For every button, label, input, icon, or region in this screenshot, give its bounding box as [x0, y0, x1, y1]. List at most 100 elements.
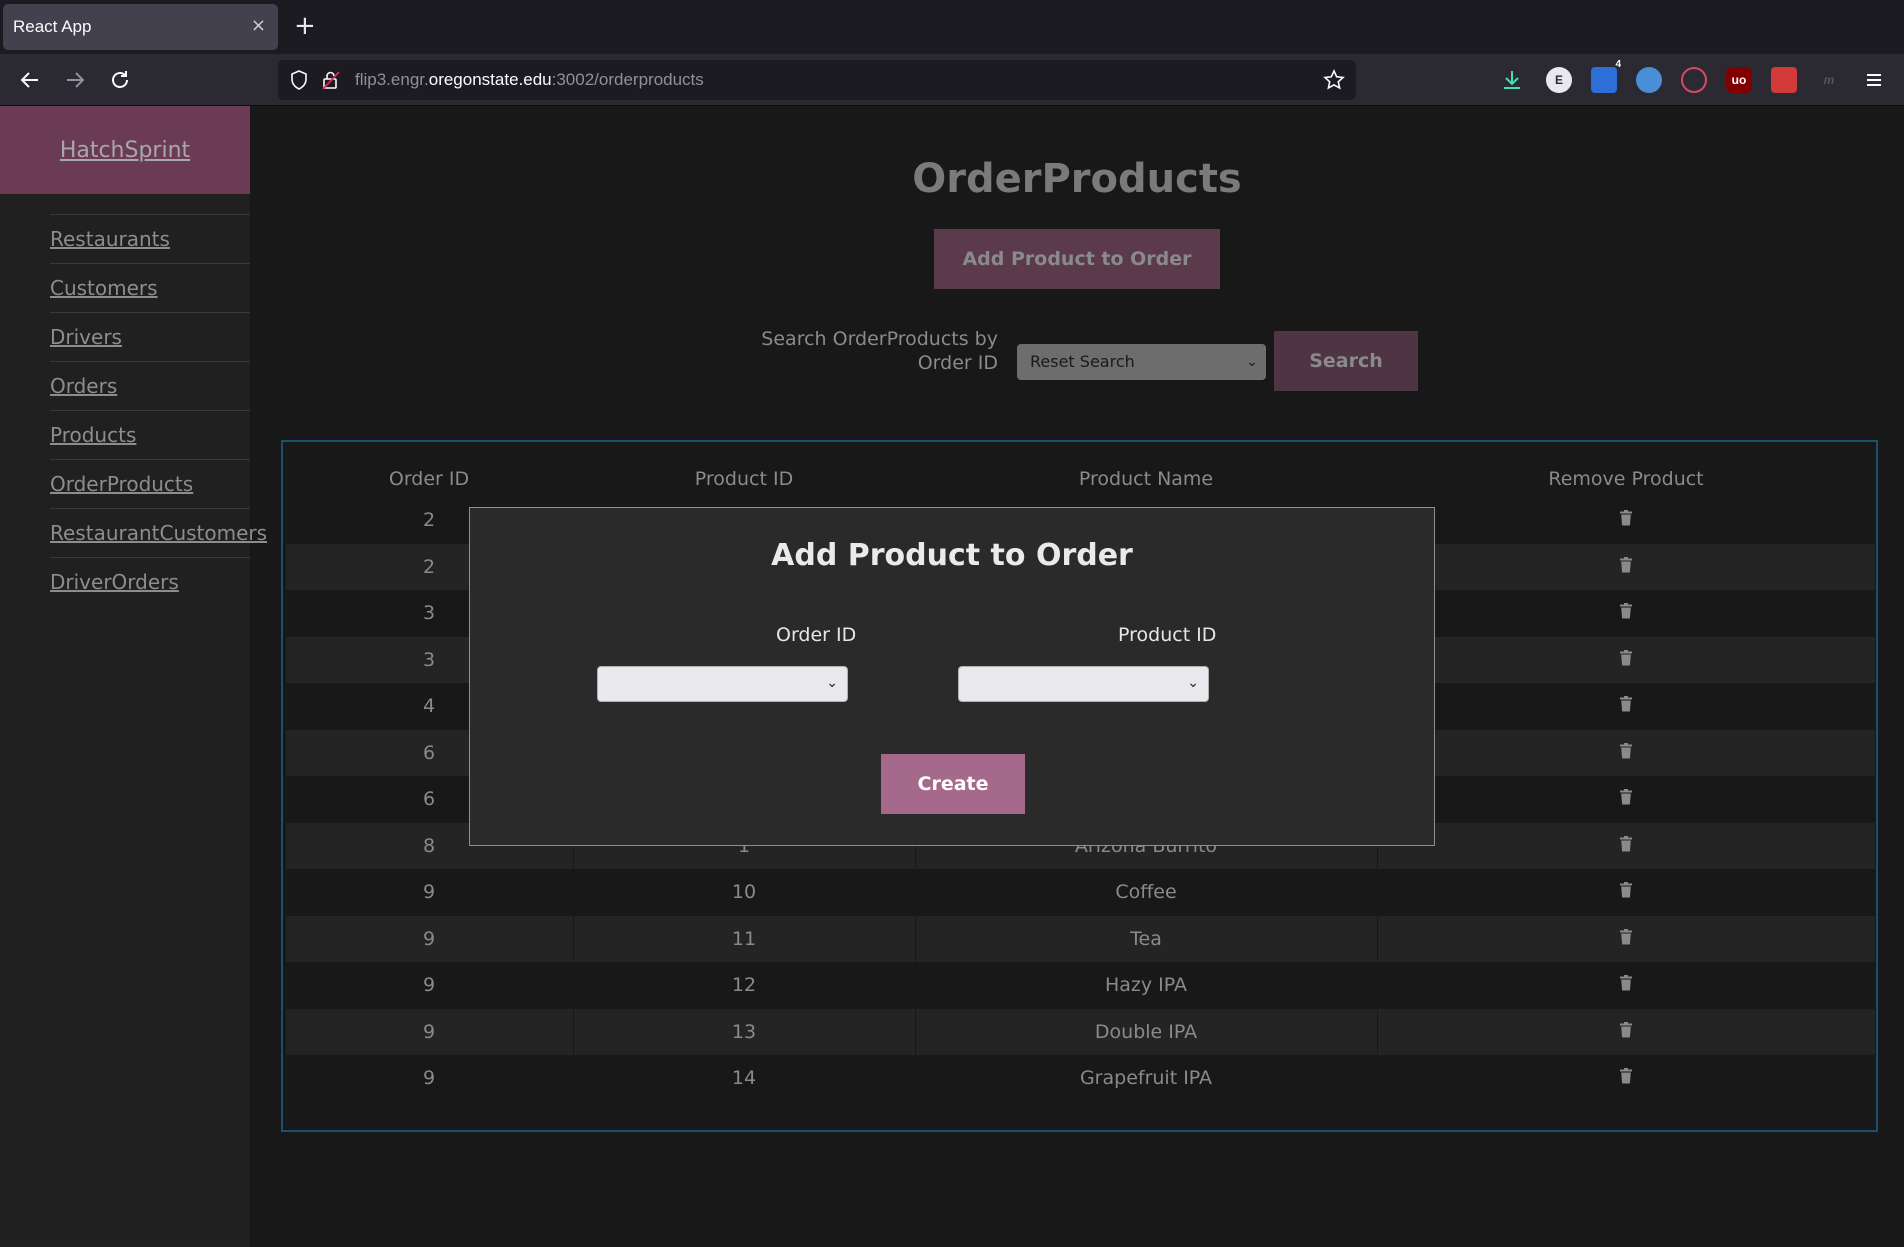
header-product-id: Product ID — [694, 468, 794, 490]
trash-icon[interactable] — [1620, 696, 1632, 712]
cell-order-id: 9 — [422, 1020, 436, 1043]
product-id-label: Product ID — [1118, 624, 1217, 646]
table-row: 9 14 Grapefruit IPA — [286, 1055, 1875, 1101]
downloads-icon[interactable] — [1499, 67, 1525, 93]
cell-product-name: Tea — [1130, 927, 1162, 950]
cell-order-id: 9 — [422, 1067, 436, 1089]
modal-title: Add Product to Order — [771, 538, 1133, 573]
sidebar-item-restaurants[interactable]: Restaurants — [50, 214, 250, 263]
cell-order-id: 9 — [422, 881, 436, 903]
trash-icon[interactable] — [1620, 510, 1632, 526]
product-id-select[interactable]: ⌄ — [958, 666, 1209, 702]
cell-product-id: 13 — [731, 1020, 757, 1043]
cell-order-id: 9 — [422, 974, 436, 996]
cell-product-name: Double IPA — [1094, 1020, 1198, 1043]
cell-order-id: 8 — [422, 834, 436, 857]
cell-product-name: Grapefruit IPA — [1079, 1067, 1213, 1089]
sidebar-item-drivers[interactable]: Drivers — [50, 312, 250, 361]
trash-icon[interactable] — [1620, 835, 1632, 852]
header-order-id: Order ID — [388, 468, 470, 490]
shield-icon[interactable] — [290, 70, 308, 90]
search-label-line2: Order ID — [917, 352, 998, 374]
cell-order-id: 3 — [422, 602, 436, 624]
trash-icon[interactable] — [1620, 789, 1632, 805]
url-bar[interactable]: flip3.engr.oregonstate.edu:3002/orderpro… — [278, 60, 1356, 100]
column-separator — [915, 915, 916, 962]
search-order-select[interactable]: Reset Search ⌄ — [1017, 344, 1266, 380]
extension-e-icon[interactable]: E — [1546, 67, 1572, 93]
chevron-down-icon: ⌄ — [826, 675, 838, 691]
sidebar-item-restaurantcustomers[interactable]: RestaurantCustomers — [50, 508, 267, 557]
trash-icon[interactable] — [1620, 1021, 1632, 1038]
trash-icon[interactable] — [1620, 556, 1632, 573]
column-separator — [915, 1008, 916, 1055]
back-button[interactable] — [16, 66, 44, 94]
cell-order-id: 3 — [422, 648, 436, 671]
extension-compass-icon[interactable] — [1636, 67, 1662, 93]
table-row: 9 10 Coffee — [286, 869, 1875, 915]
sidebar-item-driverorders[interactable]: DriverOrders — [50, 557, 250, 606]
cell-product-id: 10 — [731, 881, 757, 903]
cell-order-id: 4 — [422, 695, 436, 717]
cell-product-name: Coffee — [1115, 881, 1177, 903]
trash-icon[interactable] — [1620, 975, 1632, 991]
search-button[interactable]: Search — [1274, 331, 1418, 391]
add-product-to-order-button[interactable]: Add Product to Order — [934, 229, 1220, 289]
sidebar-item-orders[interactable]: Orders — [50, 361, 250, 410]
sidebar-item-products[interactable]: Products — [50, 410, 250, 459]
header-remove-product: Remove Product — [1548, 468, 1704, 490]
header-product-name: Product Name — [1078, 468, 1214, 490]
hamburger-menu-icon[interactable] — [1861, 67, 1887, 93]
cell-product-id: 12 — [731, 974, 757, 996]
tab-close-icon[interactable]: × — [251, 15, 266, 36]
create-button[interactable]: Create — [881, 754, 1025, 814]
order-id-select[interactable]: ⌄ — [597, 666, 848, 702]
url-path: :3002/orderproducts — [551, 70, 704, 89]
table-header: Order ID Product ID Product Name Remove … — [283, 468, 1876, 494]
trash-icon[interactable] — [1620, 1068, 1632, 1084]
column-separator — [573, 1008, 574, 1055]
table-row: 9 11 Tea — [286, 915, 1875, 962]
bookmark-star-icon[interactable] — [1323, 69, 1345, 91]
cell-order-id: 2 — [422, 555, 436, 578]
extension-owl-icon[interactable] — [1681, 67, 1707, 93]
add-product-modal: Add Product to Order Order ID Product ID… — [469, 507, 1435, 846]
trash-icon[interactable] — [1620, 742, 1632, 759]
url-prefix: flip3.engr. — [355, 70, 429, 89]
search-select-value: Reset Search — [1030, 352, 1135, 371]
column-separator — [1377, 915, 1378, 962]
forward-button[interactable] — [61, 66, 89, 94]
new-tab-button[interactable]: + — [294, 12, 316, 40]
trash-icon[interactable] — [1620, 882, 1632, 898]
trash-icon[interactable] — [1620, 649, 1632, 666]
brand-link[interactable]: HatchSprint — [60, 138, 190, 163]
cell-order-id: 9 — [422, 927, 436, 950]
back-arrow-icon — [20, 72, 38, 88]
trash-icon[interactable] — [1620, 928, 1632, 945]
cell-order-id: 2 — [422, 509, 436, 531]
reload-icon — [112, 71, 128, 88]
search-label-line1: Search OrderProducts by — [761, 328, 998, 350]
order-id-label: Order ID — [776, 624, 857, 646]
column-separator — [1377, 1008, 1378, 1055]
browser-tab-bar: React App × + — [0, 0, 1904, 54]
cell-product-name: Hazy IPA — [1104, 974, 1188, 996]
url-text[interactable]: flip3.engr.oregonstate.edu:3002/orderpro… — [355, 70, 704, 90]
extension-badge: 4 — [1615, 59, 1621, 70]
insecure-lock-icon[interactable] — [322, 70, 340, 90]
extension-bitwarden-icon[interactable]: 4 — [1591, 59, 1621, 93]
sidebar: HatchSprint Restaurants Customers Driver… — [0, 106, 267, 1247]
browser-tab[interactable]: React App × — [3, 4, 278, 50]
sidebar-item-customers[interactable]: Customers — [50, 263, 250, 312]
trash-icon[interactable] — [1620, 603, 1632, 619]
extension-ublock-icon[interactable]: uo — [1726, 67, 1752, 93]
reload-button[interactable] — [106, 66, 134, 94]
chevron-down-icon: ⌄ — [1246, 354, 1258, 370]
sidebar-item-orderproducts[interactable]: OrderProducts — [50, 459, 250, 508]
cell-product-id: 14 — [731, 1067, 757, 1089]
forward-arrow-icon — [67, 72, 85, 88]
chevron-down-icon: ⌄ — [1187, 675, 1199, 691]
extension-m-icon[interactable]: m — [1816, 67, 1842, 93]
extension-puzzle-icon[interactable] — [1771, 67, 1797, 93]
url-host: oregonstate.edu — [428, 70, 552, 89]
